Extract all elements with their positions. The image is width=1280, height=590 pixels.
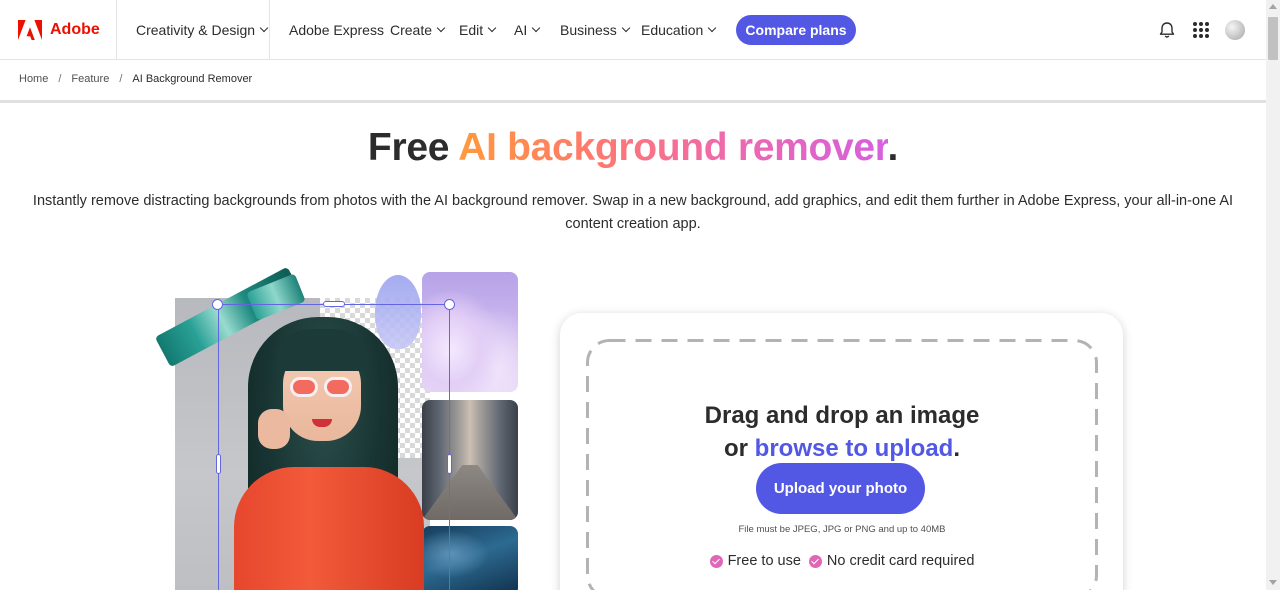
nav-edit[interactable]: Edit (459, 0, 497, 60)
scroll-up-arrow-icon[interactable] (1269, 4, 1277, 9)
title-highlight: AI background remover (458, 126, 888, 169)
chevron-down-icon (531, 23, 541, 33)
nav-item-label: Create (390, 22, 433, 38)
adobe-home-link[interactable]: Adobe (0, 0, 117, 60)
creativity-design-label: Creativity & Design (136, 22, 256, 38)
badge-label: Free to use (727, 553, 801, 569)
title-prefix: Free (367, 126, 450, 169)
nav-item-label: Adobe Express (289, 22, 384, 38)
drop-line-2-prefix: or (723, 435, 748, 462)
drop-line-1: Drag and drop an image (704, 402, 980, 429)
breadcrumb: Home / Feature / AI Background Remover (19, 73, 252, 85)
top-navigation: Adobe Creativity & Design Adobe Express … (0, 0, 1266, 60)
drop-zone[interactable]: Drag and drop an image or browse to uplo… (586, 339, 1098, 590)
chevron-down-icon (259, 23, 269, 33)
breadcrumb-home[interactable]: Home (19, 73, 48, 85)
chevron-down-icon (621, 23, 631, 33)
scroll-down-arrow-icon[interactable] (1269, 580, 1277, 585)
breadcrumb-feature[interactable]: Feature (71, 73, 109, 85)
compare-plans-button[interactable]: Compare plans (736, 15, 856, 45)
breadcrumb-current: AI Background Remover (132, 73, 253, 85)
no-credit-card-badge: No credit card required (808, 553, 975, 569)
badge-label: No credit card required (826, 553, 975, 569)
nav-item-label: Education (641, 22, 704, 38)
chevron-down-icon (436, 23, 446, 33)
scroll-thumb[interactable] (1268, 17, 1278, 60)
breadcrumb-separator: / (119, 73, 123, 85)
nav-item-label: AI (514, 22, 528, 38)
feature-badges: Free to use No credit card required (586, 553, 1098, 569)
page-subtitle: Instantly remove distracting backgrounds… (32, 193, 1234, 232)
file-requirements-note: File must be JPEG, JPG or PNG and up to … (738, 524, 946, 535)
adobe-logo-icon (18, 20, 42, 40)
nav-ai[interactable]: AI (514, 0, 541, 60)
browse-to-upload-link[interactable]: browse to upload (755, 435, 954, 462)
chevron-down-icon (708, 23, 717, 33)
app-switcher-icon[interactable] (1193, 22, 1209, 38)
title-suffix: . (887, 126, 899, 169)
breadcrumb-divider (0, 100, 1266, 103)
upload-photo-button[interactable]: Upload your photo (756, 463, 925, 514)
resize-handle (447, 454, 452, 474)
nav-adobe-express[interactable]: Adobe Express (289, 0, 384, 60)
check-circle-icon (709, 554, 723, 568)
nav-create[interactable]: Create (390, 0, 446, 60)
breadcrumb-separator: / (58, 73, 62, 85)
resize-handle (444, 299, 455, 310)
drop-line-2: or browse to upload. (586, 432, 1098, 465)
drop-line-2-suffix: . (953, 435, 960, 462)
resize-handle (323, 301, 345, 307)
drop-instructions: Drag and drop an image or browse to uplo… (586, 399, 1098, 465)
free-to-use-badge: Free to use (709, 553, 801, 569)
page-title: Free AI background remover. (0, 126, 1266, 170)
brand-name: Adobe (50, 21, 100, 38)
resize-handle (216, 454, 221, 474)
nav-item-label: Business (560, 22, 617, 38)
chevron-down-icon (487, 23, 497, 33)
nav-item-label: Edit (459, 22, 484, 38)
nav-education[interactable]: Education (641, 0, 717, 60)
creativity-design-menu[interactable]: Creativity & Design (117, 0, 270, 60)
check-circle-icon (808, 554, 822, 568)
profile-avatar[interactable] (1225, 20, 1245, 40)
selection-box (218, 304, 450, 590)
nav-business[interactable]: Business (560, 0, 631, 60)
upload-card: Drag and drop an image or browse to uplo… (560, 313, 1123, 590)
bell-icon[interactable] (1159, 21, 1175, 39)
page-scrollbar[interactable] (1266, 0, 1280, 590)
hero-collage-image (150, 266, 525, 590)
resize-handle (212, 299, 223, 310)
